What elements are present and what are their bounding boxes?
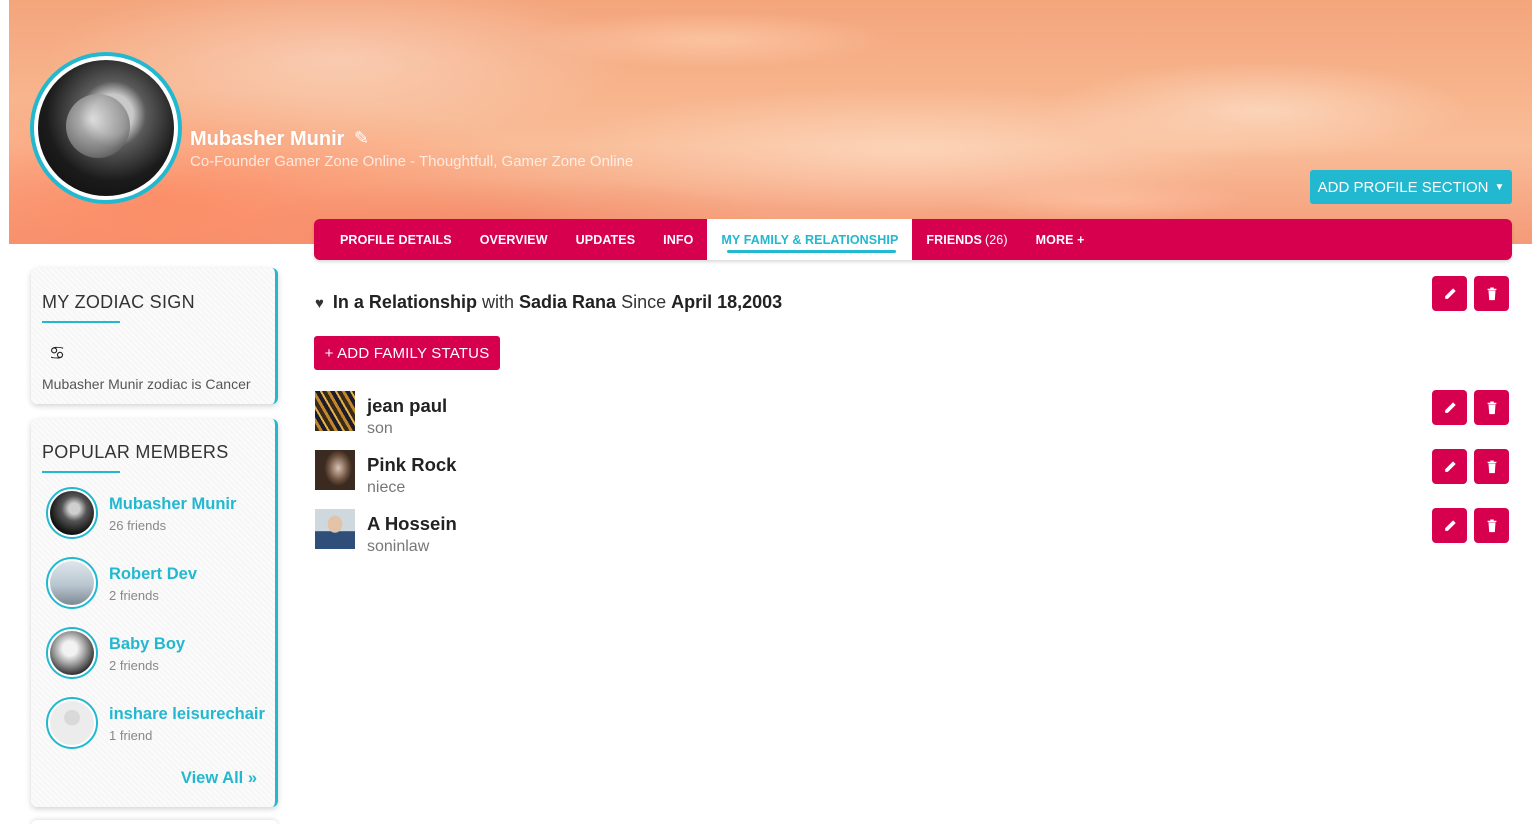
profile-avatar-image <box>38 60 174 196</box>
card-title-underline <box>42 321 120 323</box>
caret-down-icon: ▼ <box>1494 181 1505 193</box>
member-friends-count: 1 friend <box>109 728 153 743</box>
tab-label: PROFILE DETAILS <box>340 232 452 247</box>
family-member-row: Pink Rock niece <box>315 450 815 500</box>
relationship-date: April 18,2003 <box>671 292 783 312</box>
tab-friends[interactable]: FRIENDS (26) <box>912 219 1021 260</box>
member-item[interactable]: inshare leisurechair 1 friend <box>46 697 271 751</box>
tab-info[interactable]: INFO <box>649 219 707 260</box>
edit-family-member-button[interactable] <box>1432 449 1467 484</box>
pencil-icon <box>1444 287 1456 299</box>
family-member-photo[interactable] <box>315 450 355 490</box>
member-avatar[interactable] <box>46 627 98 679</box>
tab-label: FRIENDS <box>926 232 982 247</box>
tab-overview[interactable]: OVERVIEW <box>466 219 562 260</box>
relationship-partner: Sadia Rana <box>519 292 617 312</box>
relationship-with-word: with <box>481 292 514 312</box>
family-member-name[interactable]: A Hossein <box>367 513 457 535</box>
trash-icon <box>1487 459 1496 473</box>
tab-label: INFO <box>663 232 694 247</box>
zodiac-card: MY ZODIAC SIGN ♋ Mubasher Munir zodiac i… <box>31 268 278 404</box>
pencil-icon <box>1444 401 1456 413</box>
member-friends-count: 2 friends <box>109 588 159 603</box>
cancer-zodiac-icon: ♋ <box>49 343 66 363</box>
family-member-row: jean paul son <box>315 391 815 441</box>
edit-name-pencil-icon[interactable]: ✎ <box>354 128 369 149</box>
popular-members-title: POPULAR MEMBERS <box>42 442 229 462</box>
member-avatar[interactable] <box>46 487 98 539</box>
member-avatar[interactable] <box>46 697 98 749</box>
view-all-link[interactable]: View All » <box>181 769 257 788</box>
delete-family-member-button[interactable] <box>1474 449 1509 484</box>
member-friends-count: 2 friends <box>109 658 159 673</box>
family-member-name[interactable]: Pink Rock <box>367 454 456 476</box>
member-item[interactable]: Mubasher Munir 26 friends <box>46 487 271 541</box>
member-friends-count: 26 friends <box>109 518 167 533</box>
add-family-status-button[interactable]: + ADD FAMILY STATUS <box>314 336 500 370</box>
family-member-row: A Hossein soninlaw <box>315 509 815 559</box>
tab-label: OVERVIEW <box>479 232 548 247</box>
family-member-name[interactable]: jean paul <box>367 395 447 417</box>
tab-profile-details[interactable]: PROFILE DETAILS <box>326 219 466 260</box>
delete-relationship-button[interactable] <box>1474 276 1509 311</box>
delete-family-member-button[interactable] <box>1474 508 1509 543</box>
member-name[interactable]: Robert Dev <box>109 565 197 584</box>
tab-more[interactable]: MORE + <box>1022 219 1099 260</box>
family-member-photo[interactable] <box>315 509 355 549</box>
tab-label: UPDATES <box>575 232 636 247</box>
family-member-photo[interactable] <box>315 391 355 431</box>
relationship-status: ♥ In a Relationship with Sadia Rana Sinc… <box>315 292 782 313</box>
member-avatar[interactable] <box>46 557 98 609</box>
tab-updates[interactable]: UPDATES <box>562 219 650 260</box>
heart-icon: ♥ <box>315 295 324 312</box>
member-item[interactable]: Baby Boy 2 friends <box>46 627 271 681</box>
member-item[interactable]: Robert Dev 2 friends <box>46 557 271 611</box>
zodiac-text: Mubasher Munir zodiac is Cancer <box>42 376 251 392</box>
profile-tagline: Co-Founder Gamer Zone Online - Thoughtfu… <box>190 153 634 170</box>
tab-my-family-relationship[interactable]: MY FAMILY & RELATIONSHIP <box>707 219 913 260</box>
family-member-relation: niece <box>367 479 406 496</box>
member-name[interactable]: inshare leisurechair <box>109 705 265 724</box>
profile-tab-bar: PROFILE DETAILS OVERVIEW UPDATES INFO MY… <box>314 219 1512 260</box>
relationship-status-label: In a Relationship <box>332 292 477 312</box>
member-name[interactable]: Baby Boy <box>109 635 185 654</box>
family-member-relation: soninlaw <box>367 538 430 555</box>
relationship-since-word: Since <box>621 292 667 312</box>
tab-label: MORE + <box>1035 232 1085 247</box>
card-title-underline <box>42 471 120 473</box>
delete-family-member-button[interactable] <box>1474 390 1509 425</box>
member-name[interactable]: Mubasher Munir <box>109 495 236 514</box>
zodiac-card-title: MY ZODIAC SIGN <box>42 292 195 312</box>
edit-family-member-button[interactable] <box>1432 390 1467 425</box>
cover-photo <box>9 0 1532 244</box>
tab-label: MY FAMILY & RELATIONSHIP <box>721 232 899 247</box>
profile-name: Mubasher Munir <box>190 128 345 150</box>
edit-family-member-button[interactable] <box>1432 508 1467 543</box>
add-profile-section-label: ADD PROFILE SECTION <box>1317 178 1489 196</box>
trash-icon <box>1487 286 1496 300</box>
pencil-icon <box>1444 460 1456 472</box>
add-profile-section-button[interactable]: ADD PROFILE SECTION ▼ <box>1310 170 1512 204</box>
trash-icon <box>1487 400 1496 414</box>
pencil-icon <box>1444 519 1456 531</box>
family-member-relation: son <box>367 420 393 437</box>
edit-relationship-button[interactable] <box>1432 276 1467 311</box>
popular-members-card: POPULAR MEMBERS Mubasher Munir 26 friend… <box>31 419 278 807</box>
profile-avatar[interactable] <box>30 52 182 204</box>
next-card-edge <box>31 820 278 824</box>
trash-icon <box>1487 518 1496 532</box>
friends-count-badge: (26) <box>984 232 1008 247</box>
